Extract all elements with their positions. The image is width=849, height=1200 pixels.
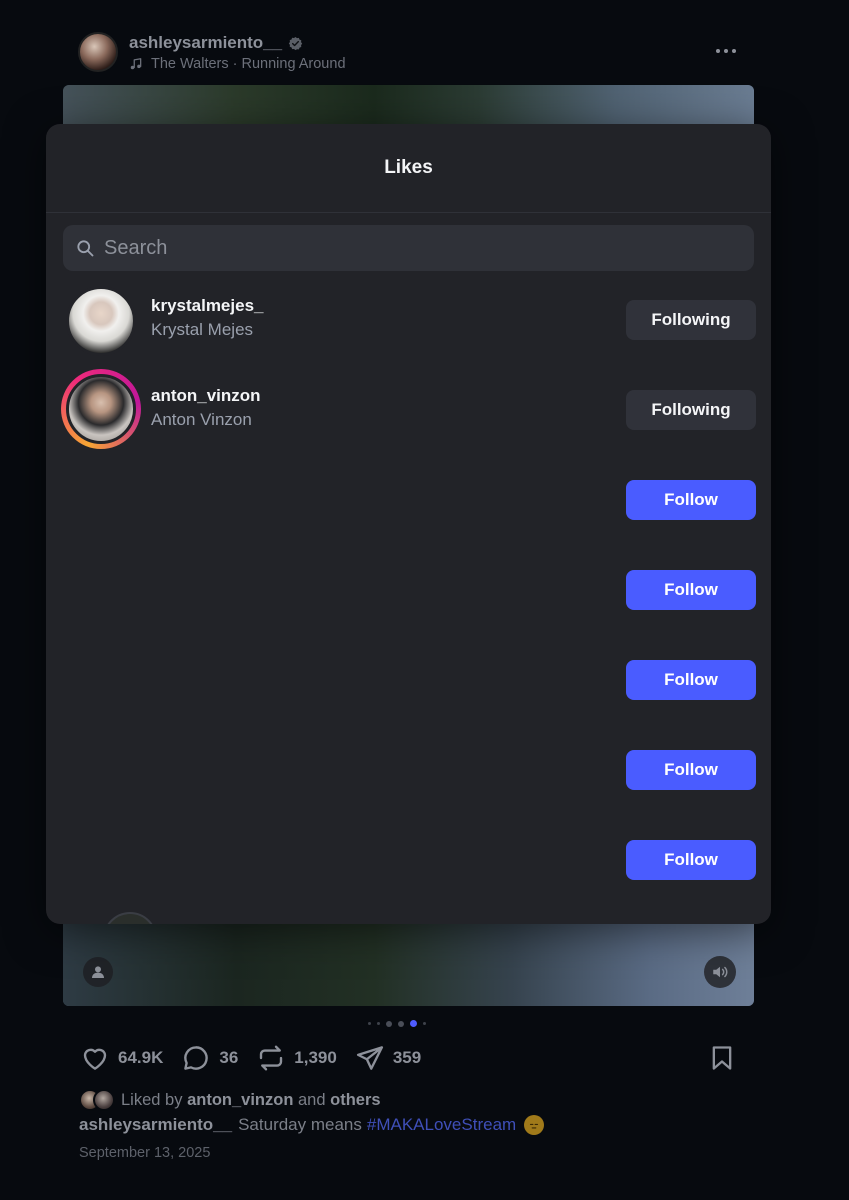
- song-label: The Walters · Running Around: [151, 56, 346, 72]
- volume-icon: [713, 966, 728, 978]
- avatar-story-ring[interactable]: [61, 369, 141, 449]
- person-icon: [92, 966, 104, 978]
- fullname: Anton Vinzon: [151, 410, 252, 429]
- post-header: ashleysarmiento__ The Walters · Running …: [78, 32, 749, 76]
- liked-by-others[interactable]: others: [330, 1091, 380, 1110]
- follow-button[interactable]: Follow: [626, 480, 756, 520]
- avatar-image: [66, 374, 136, 444]
- author-avatar[interactable]: [78, 32, 118, 72]
- carousel-dot: [423, 1022, 426, 1025]
- post-meta: ashleysarmiento__ The Walters · Running …: [129, 33, 346, 72]
- list-item[interactable]: Follow: [46, 815, 771, 905]
- media-bottom-scenery: [63, 916, 754, 1006]
- liked-by-conjunction: and: [298, 1090, 326, 1109]
- list-item[interactable]: Follow: [46, 725, 771, 815]
- music-note-icon: [130, 58, 142, 70]
- author-row: ashleysarmiento__: [129, 33, 346, 53]
- comment-button[interactable]: 36: [181, 1043, 238, 1073]
- username[interactable]: anton_vinzon: [151, 386, 261, 406]
- post-caption: ashleysarmiento__ Saturday means #MAKALo…: [79, 1115, 545, 1135]
- like-count: 64.9K: [118, 1048, 164, 1067]
- repost-count: 1,390: [294, 1048, 337, 1067]
- list-item[interactable]: krystalmejes_ Krystal Mejes Following: [46, 275, 771, 365]
- likes-search-box[interactable]: [63, 225, 754, 271]
- list-item[interactable]: Follow: [46, 635, 771, 725]
- user-names: krystalmejes_ Krystal Mejes: [151, 296, 263, 340]
- repost-icon: [260, 1045, 283, 1071]
- liked-by-prefix: Liked by: [121, 1090, 183, 1109]
- likes-modal-header: Likes: [46, 124, 771, 213]
- search-icon: [77, 240, 94, 257]
- liked-by-avatars: [79, 1089, 115, 1111]
- liked-by-user[interactable]: anton_vinzon: [187, 1091, 293, 1110]
- like-button[interactable]: 64.9K: [80, 1043, 163, 1073]
- likes-modal: Likes krystalmejes_ Krystal Mejes Follow…: [46, 124, 771, 924]
- heart-icon: [83, 1048, 107, 1070]
- list-item[interactable]: Follow: [46, 545, 771, 635]
- liked-by-row[interactable]: Liked by anton_vinzon and others: [79, 1089, 381, 1111]
- carousel-dot: [398, 1020, 404, 1027]
- carousel-dot: [386, 1020, 392, 1027]
- speaker-icon[interactable]: [704, 956, 736, 988]
- username[interactable]: krystalmejes_: [151, 296, 263, 316]
- song-row[interactable]: The Walters · Running Around: [129, 56, 346, 72]
- caption-hashtag[interactable]: #MAKALoveStream: [367, 1115, 516, 1135]
- comment-icon: [184, 1046, 209, 1070]
- more-horizontal-icon[interactable]: [714, 44, 738, 58]
- user-tag-icon[interactable]: [83, 957, 113, 987]
- send-icon: [356, 1046, 383, 1070]
- following-button[interactable]: Following: [626, 300, 756, 340]
- follow-button[interactable]: Follow: [626, 570, 756, 610]
- avatar[interactable]: [64, 284, 138, 358]
- follow-button[interactable]: Follow: [626, 660, 756, 700]
- list-item[interactable]: Follow: [46, 455, 771, 545]
- post-page: ashleysarmiento__ The Walters · Running …: [0, 0, 849, 1200]
- follow-button[interactable]: Follow: [626, 750, 756, 790]
- fullname: Krystal Mejes: [151, 320, 254, 339]
- repost-button[interactable]: 1,390: [256, 1043, 337, 1073]
- caption-text: Saturday means: [238, 1115, 362, 1134]
- carousel-indicator: [368, 1020, 426, 1027]
- post-action-bar: 64.9K 36 1,390 359: [80, 1040, 439, 1076]
- share-count: 359: [392, 1048, 422, 1067]
- post-date: September 13, 2025: [79, 1145, 211, 1161]
- user-names: anton_vinzon Anton Vinzon: [151, 386, 261, 430]
- following-button[interactable]: Following: [626, 390, 756, 430]
- sleepy-face-emoji-icon: [524, 1115, 545, 1135]
- author-username[interactable]: ashleysarmiento__: [129, 33, 282, 53]
- comment-count: 36: [219, 1048, 239, 1067]
- caption-author[interactable]: ashleysarmiento__: [79, 1115, 232, 1135]
- avatar: [93, 1089, 115, 1111]
- carousel-dot: [377, 1022, 380, 1025]
- likes-modal-title: Likes: [384, 157, 433, 178]
- media-top-scenery: [63, 85, 754, 125]
- list-item[interactable]: anton_vinzon Anton Vinzon Following: [46, 365, 771, 455]
- carousel-dot-active: [410, 1020, 417, 1027]
- partial-avatar: [103, 912, 157, 924]
- likes-search-input[interactable]: [104, 225, 754, 271]
- avatar-image: [66, 286, 136, 356]
- share-button[interactable]: 359: [355, 1043, 421, 1073]
- follow-button[interactable]: Follow: [626, 840, 756, 880]
- bookmark-icon[interactable]: [708, 1044, 736, 1072]
- carousel-dot: [368, 1022, 371, 1025]
- verified-badge-icon: [288, 36, 303, 50]
